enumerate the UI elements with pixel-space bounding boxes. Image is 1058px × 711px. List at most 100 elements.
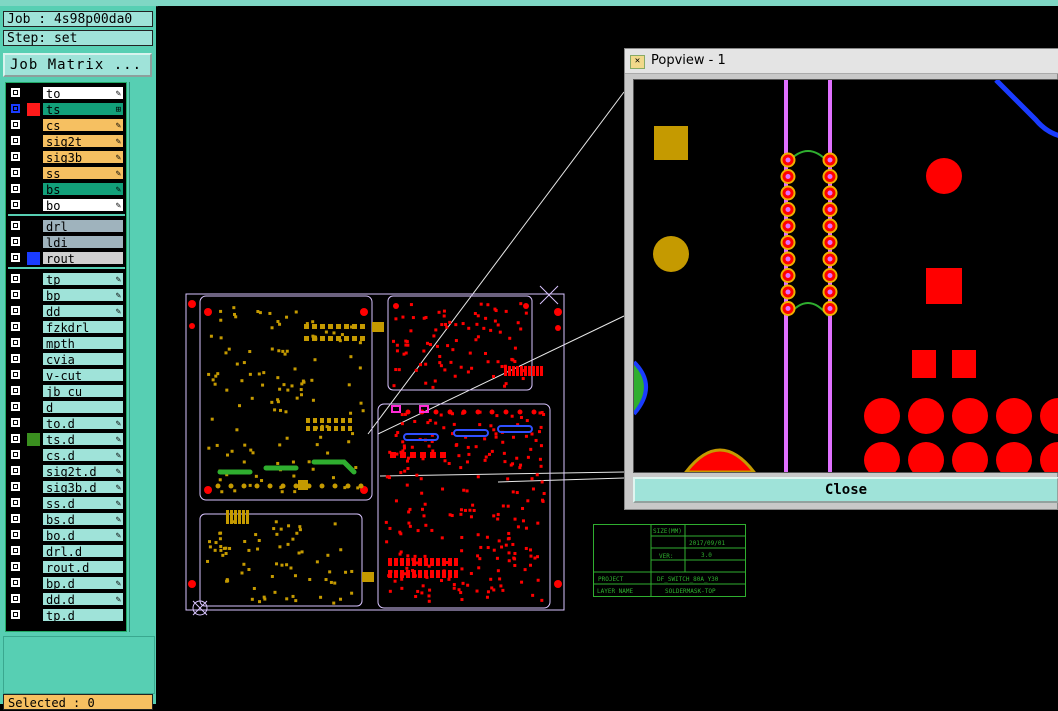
layer-name[interactable]: drl.d: [42, 544, 124, 559]
layer-name[interactable]: to ✎: [42, 86, 124, 101]
layer-name[interactable]: sig3b.d ✎: [42, 480, 124, 495]
layer-row-cs.d[interactable]: cs.d ✎: [8, 448, 125, 463]
layer-checkbox[interactable]: [10, 135, 21, 146]
layer-row-dd[interactable]: dd ✎: [8, 304, 125, 319]
layer-checkbox[interactable]: [10, 449, 21, 460]
layer-row-cs[interactable]: cs ✎: [8, 118, 125, 133]
layer-row-ts.d[interactable]: ts.d ✎: [8, 432, 125, 447]
layer-row-dd.d[interactable]: dd.d ✎: [8, 592, 125, 607]
layer-row-cvia[interactable]: cvia: [8, 352, 125, 367]
layer-checkbox[interactable]: [10, 529, 21, 540]
job-matrix-button[interactable]: Job Matrix ...: [3, 53, 152, 77]
popview-titlebar[interactable]: ✕ Popview - 1: [625, 49, 1058, 74]
layer-checkbox[interactable]: [10, 236, 21, 247]
layer-row-to.d[interactable]: to.d ✎: [8, 416, 125, 431]
layer-checkbox[interactable]: [10, 417, 21, 428]
layer-checkbox[interactable]: [10, 87, 21, 98]
layer-checkbox[interactable]: [10, 433, 21, 444]
layer-row-to[interactable]: to ✎: [8, 86, 125, 101]
layer-checkbox[interactable]: [10, 513, 21, 524]
layer-row-bp.d[interactable]: bp.d ✎: [8, 576, 125, 591]
layer-row-mpth[interactable]: mpth: [8, 336, 125, 351]
layer-row-tp.d[interactable]: tp.d: [8, 608, 125, 623]
layer-checkbox[interactable]: [10, 119, 21, 130]
layer-name[interactable]: rout.d: [42, 560, 124, 575]
layer-name[interactable]: rout: [42, 251, 124, 266]
layer-name[interactable]: ss ✎: [42, 166, 124, 181]
layer-name[interactable]: v-cut: [42, 368, 124, 383]
layer-row-ss[interactable]: ss ✎: [8, 166, 125, 181]
layer-name[interactable]: bo ✎: [42, 198, 124, 213]
layer-name[interactable]: dd.d ✎: [42, 592, 124, 607]
layer-checkbox[interactable]: [10, 167, 21, 178]
layer-row-sig3b.d[interactable]: sig3b.d ✎: [8, 480, 125, 495]
popview-zoom-view[interactable]: [633, 79, 1058, 473]
layer-row-fzkdrl[interactable]: fzkdrl: [8, 320, 125, 335]
layer-checkbox[interactable]: [10, 337, 21, 348]
layer-checkbox[interactable]: [10, 353, 21, 364]
layer-name[interactable]: ss.d ✎: [42, 496, 124, 511]
layer-checkbox[interactable]: [10, 199, 21, 210]
layer-row-bo.d[interactable]: bo.d ✎: [8, 528, 125, 543]
layer-name[interactable]: bp.d ✎: [42, 576, 124, 591]
layer-row-bs.d[interactable]: bs.d ✎: [8, 512, 125, 527]
layer-row-rout.d[interactable]: rout.d: [8, 560, 125, 575]
layer-checkbox[interactable]: [10, 273, 21, 284]
layer-row-jb_cu[interactable]: jb_cu: [8, 384, 125, 399]
layer-row-bo[interactable]: bo ✎: [8, 198, 125, 213]
layer-checkbox[interactable]: [10, 289, 21, 300]
layer-name[interactable]: drl: [42, 219, 124, 234]
layer-name[interactable]: bo.d ✎: [42, 528, 124, 543]
layer-checkbox[interactable]: [10, 151, 21, 162]
layer-row-sig3b[interactable]: sig3b ✎: [8, 150, 125, 165]
layer-checkbox[interactable]: [10, 465, 21, 476]
layer-checkbox[interactable]: [10, 577, 21, 588]
layer-name[interactable]: d: [42, 400, 124, 415]
close-button[interactable]: Close: [633, 477, 1058, 503]
layer-name[interactable]: sig2t.d ✎: [42, 464, 124, 479]
layer-name[interactable]: mpth: [42, 336, 124, 351]
layer-name[interactable]: tp.d: [42, 608, 124, 623]
layer-name[interactable]: bs.d ✎: [42, 512, 124, 527]
layer-name[interactable]: cs.d ✎: [42, 448, 124, 463]
layer-checkbox[interactable]: [10, 385, 21, 396]
layer-row-drl.d[interactable]: drl.d: [8, 544, 125, 559]
layer-row-d[interactable]: d: [8, 400, 125, 415]
layer-checkbox[interactable]: [10, 609, 21, 620]
layer-checkbox[interactable]: [10, 369, 21, 380]
layer-name[interactable]: cs ✎: [42, 118, 124, 133]
layer-row-tp[interactable]: tp ✎: [8, 272, 125, 287]
layer-checkbox[interactable]: [10, 545, 21, 556]
layer-name[interactable]: ldi: [42, 235, 124, 250]
layer-checkbox[interactable]: [10, 305, 21, 316]
layer-checkbox[interactable]: [10, 593, 21, 604]
layer-name[interactable]: fzkdrl: [42, 320, 124, 335]
layer-row-bs[interactable]: bs ✎: [8, 182, 125, 197]
layer-checkbox[interactable]: [10, 481, 21, 492]
layer-row-ss.d[interactable]: ss.d ✎: [8, 496, 125, 511]
layer-name[interactable]: ts ⊞: [42, 102, 124, 117]
layer-row-drl[interactable]: drl: [8, 219, 125, 234]
layer-name[interactable]: ts.d ✎: [42, 432, 124, 447]
layer-row-rout[interactable]: rout: [8, 251, 125, 266]
layer-name[interactable]: dd ✎: [42, 304, 124, 319]
layer-checkbox[interactable]: [10, 321, 21, 332]
layer-checkbox[interactable]: [10, 401, 21, 412]
layer-row-ldi[interactable]: ldi: [8, 235, 125, 250]
layer-row-v-cut[interactable]: v-cut: [8, 368, 125, 383]
layer-name[interactable]: bs ✎: [42, 182, 124, 197]
layer-name[interactable]: to.d ✎: [42, 416, 124, 431]
layer-checkbox[interactable]: [10, 183, 21, 194]
layer-checkbox[interactable]: [10, 561, 21, 572]
layer-row-sig2t.d[interactable]: sig2t.d ✎: [8, 464, 125, 479]
layer-checkbox[interactable]: [10, 103, 21, 114]
layer-list-scrollbar[interactable]: [129, 82, 152, 632]
layer-checkbox[interactable]: [10, 497, 21, 508]
layer-row-ts[interactable]: ts ⊞: [8, 102, 125, 117]
layer-name[interactable]: jb_cu: [42, 384, 124, 399]
layer-row-sig2t[interactable]: sig2t ✎: [8, 134, 125, 149]
layer-checkbox[interactable]: [10, 252, 21, 263]
layer-name[interactable]: tp ✎: [42, 272, 124, 287]
layer-name[interactable]: sig2t ✎: [42, 134, 124, 149]
layer-row-bp[interactable]: bp ✎: [8, 288, 125, 303]
